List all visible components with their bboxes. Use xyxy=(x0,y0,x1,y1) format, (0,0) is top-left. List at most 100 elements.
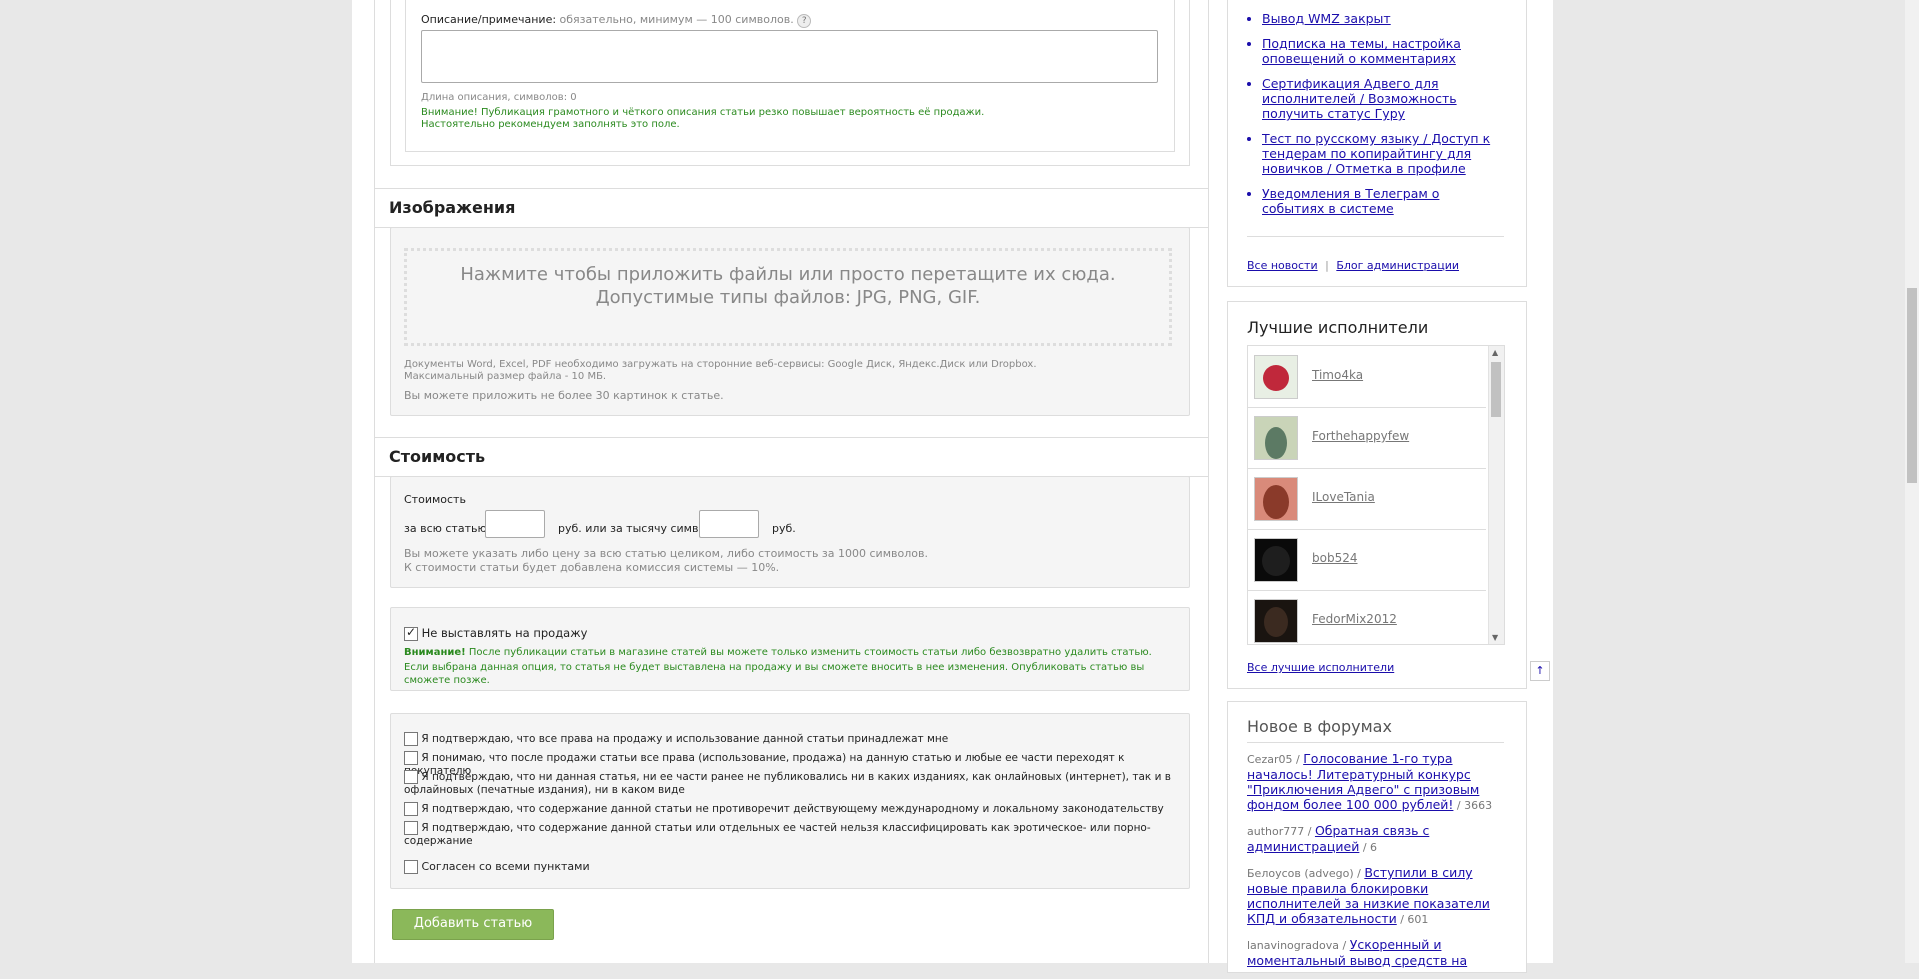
avatar-shape xyxy=(1263,365,1289,391)
description-warning-2: Настоятельно рекомендуем заполнять это п… xyxy=(421,119,680,130)
page-scrollbar[interactable] xyxy=(1905,0,1919,963)
forum-item: author777 / Обратная связь с администрац… xyxy=(1247,823,1505,855)
images-section: Нажмите чтобы приложить файлы или просто… xyxy=(390,227,1190,416)
admin-blog-link[interactable]: Блог администрации xyxy=(1336,259,1459,272)
help-icon[interactable]: ? xyxy=(797,14,812,28)
scroll-up-icon[interactable]: ▲ xyxy=(1492,348,1498,357)
forum-author: author777 xyxy=(1247,825,1305,838)
performer-row[interactable]: bob524 xyxy=(1248,529,1486,591)
scroll-down-icon[interactable]: ▼ xyxy=(1492,633,1498,642)
agreement-checkbox[interactable] xyxy=(404,751,418,765)
dropzone-text-1: Нажмите чтобы приложить файлы или просто… xyxy=(460,264,1116,285)
forum-sep: / xyxy=(1292,753,1304,766)
news-list: Вывод WMZ закрыт Подписка на темы, настр… xyxy=(1241,11,1501,226)
forum-title: Новое в форумах xyxy=(1247,717,1392,736)
arrow-up-icon: ↑ xyxy=(1535,664,1545,677)
agree-all-row[interactable]: Согласен со всеми пунктами xyxy=(404,860,590,874)
news-link[interactable]: Тест по русскому языку / Доступ к тендер… xyxy=(1262,131,1490,176)
forum-author: Белоусов (advego) xyxy=(1247,867,1354,880)
performer-row[interactable]: Timo4ka xyxy=(1248,346,1486,408)
performer-name[interactable]: Forthehappyfew xyxy=(1312,429,1409,443)
performer-row[interactable]: FedorMix2012 xyxy=(1248,590,1486,644)
description-inner: Описание/примечание: обязательно, миниму… xyxy=(405,0,1175,152)
agreements-section: Я подтверждаю, что все права на продажу … xyxy=(390,713,1190,889)
forum-sep: / xyxy=(1339,939,1350,952)
price-whole-input[interactable] xyxy=(485,510,545,538)
description-warning-1: Внимание! Публикация грамотного и чётког… xyxy=(421,107,985,118)
not-for-sale-checkbox[interactable] xyxy=(404,625,418,641)
not-for-sale-warning-1: Внимание! После публикации статьи в мага… xyxy=(404,647,1174,658)
agreement-row-0[interactable]: Я подтверждаю, что все права на продажу … xyxy=(404,732,948,746)
agreement-checkbox[interactable] xyxy=(404,770,418,784)
warning-bold: Внимание! xyxy=(404,647,466,658)
not-for-sale-row[interactable]: Не выставлять на продажу xyxy=(404,625,588,641)
news-item[interactable]: Вывод WMZ закрыт xyxy=(1241,11,1501,26)
images-title: Изображения xyxy=(389,198,516,217)
forum-count: / 6 xyxy=(1359,841,1378,854)
avatar[interactable] xyxy=(1254,599,1298,643)
page-scroll-thumb[interactable] xyxy=(1907,288,1917,483)
images-note-2: Максимальный размер файла - 10 МБ. xyxy=(404,371,607,382)
news-item[interactable]: Подписка на темы, настройка оповещений о… xyxy=(1241,36,1501,66)
price-label: Стоимость xyxy=(404,493,466,506)
avatar[interactable] xyxy=(1254,355,1298,399)
price-title: Стоимость xyxy=(389,447,486,466)
agreement-checkbox[interactable] xyxy=(404,732,418,746)
forum-divider xyxy=(1247,742,1504,743)
agreement-row-3[interactable]: Я подтверждаю, что содержание данной ста… xyxy=(404,802,1164,816)
images-note-1: Документы Word, Excel, PDF необходимо за… xyxy=(404,359,1037,370)
file-dropzone[interactable]: Нажмите чтобы приложить файлы или просто… xyxy=(404,248,1172,346)
avatar[interactable] xyxy=(1254,477,1298,521)
forum-author: lanavinogradova xyxy=(1247,939,1339,952)
images-limit: Вы можете приложить не более 30 картинок… xyxy=(404,389,724,402)
avatar-shape xyxy=(1264,607,1288,637)
news-link[interactable]: Вывод WMZ закрыт xyxy=(1262,11,1391,26)
description-label: Описание/примечание: xyxy=(421,13,557,26)
price-header: Стоимость xyxy=(375,437,1208,477)
news-divider xyxy=(1247,236,1504,237)
forum-item: lanavinogradova / Ускоренный и моменталь… xyxy=(1247,937,1505,969)
main-form: Описание/примечание: обязательно, миниму… xyxy=(374,0,1209,963)
agree-all-checkbox[interactable] xyxy=(404,860,418,874)
avatar[interactable] xyxy=(1254,538,1298,582)
all-best-link[interactable]: Все лучшие исполнители xyxy=(1247,661,1394,674)
news-item[interactable]: Тест по русскому языку / Доступ к тендер… xyxy=(1241,131,1501,176)
price-section: Стоимость за всю статью руб. или за тыся… xyxy=(390,476,1190,588)
news-item[interactable]: Уведомления в Телеграм о событиях в сист… xyxy=(1241,186,1501,216)
footer-separator: | xyxy=(1325,259,1329,272)
price-per-thousand-input[interactable] xyxy=(699,510,759,538)
add-article-button[interactable]: Добавить статью xyxy=(392,909,554,940)
agreement-checkbox[interactable] xyxy=(404,821,418,835)
agreement-row-2[interactable]: Я подтверждаю, что ни данная статья, ни … xyxy=(404,770,1179,797)
description-hint: обязательно, минимум — 100 символов. xyxy=(559,13,794,26)
scroll-to-top-button[interactable]: ↑ xyxy=(1530,661,1550,681)
forum-count: / 3663 xyxy=(1453,799,1493,812)
performers-scrollbar[interactable]: ▲ ▼ xyxy=(1488,346,1504,644)
warning-text: После публикации статьи в магазине стате… xyxy=(465,647,1152,658)
performer-row[interactable]: Forthehappyfew xyxy=(1248,407,1486,469)
forum-author: Cezar05 xyxy=(1247,753,1293,766)
not-for-sale-section: Не выставлять на продажу Внимание! После… xyxy=(390,607,1190,691)
agreement-label: Я подтверждаю, что содержание данной ста… xyxy=(421,803,1164,815)
agreement-row-4[interactable]: Я подтверждаю, что содержание данной ста… xyxy=(404,821,1189,847)
description-section: Описание/примечание: обязательно, миниму… xyxy=(390,0,1190,166)
avatar[interactable] xyxy=(1254,416,1298,460)
agreement-checkbox[interactable] xyxy=(404,802,418,816)
price-hint-2: К стоимости статьи будет добавлена комис… xyxy=(404,561,780,574)
all-news-link[interactable]: Все новости xyxy=(1247,259,1318,272)
performer-name[interactable]: Timo4ka xyxy=(1312,368,1363,382)
performer-name[interactable]: ILoveTania xyxy=(1312,490,1375,504)
news-link[interactable]: Сертификация Адвего для исполнителей / В… xyxy=(1262,76,1457,121)
description-textarea[interactable] xyxy=(421,30,1158,83)
forum-sep: / xyxy=(1304,825,1315,838)
avatar-shape xyxy=(1265,427,1287,459)
news-link[interactable]: Подписка на темы, настройка оповещений о… xyxy=(1262,36,1461,66)
news-link[interactable]: Уведомления в Телеграм о событиях в сист… xyxy=(1262,186,1439,216)
news-item[interactable]: Сертификация Адвего для исполнителей / В… xyxy=(1241,76,1501,121)
not-for-sale-label: Не выставлять на продажу xyxy=(421,626,588,640)
performer-row[interactable]: ILoveTania xyxy=(1248,468,1486,530)
agreement-label: Я подтверждаю, что содержание данной ста… xyxy=(404,822,1151,847)
performers-scroll-thumb[interactable] xyxy=(1491,362,1501,417)
performer-name[interactable]: FedorMix2012 xyxy=(1312,612,1397,626)
performer-name[interactable]: bob524 xyxy=(1312,551,1357,565)
